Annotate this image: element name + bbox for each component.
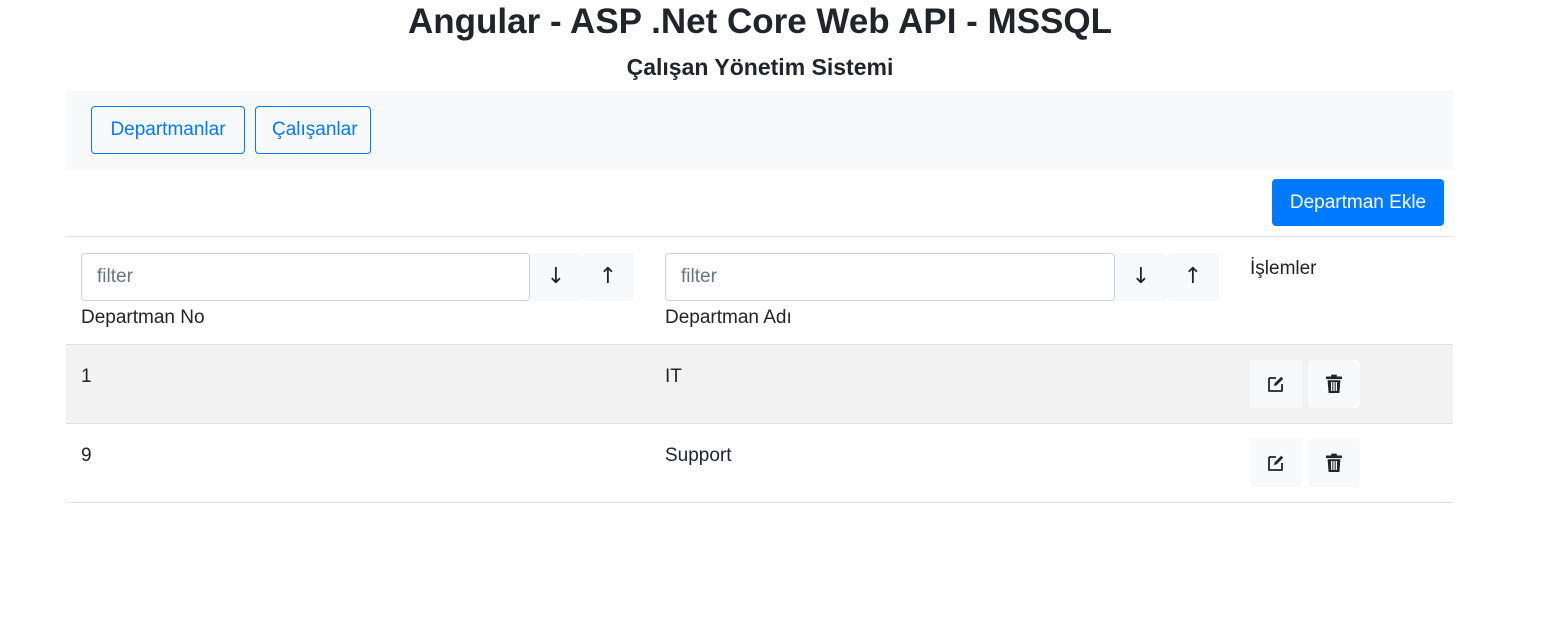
delete-button[interactable] <box>1308 360 1360 408</box>
dept-no-cell: 1 <box>81 366 92 387</box>
delete-button[interactable] <box>1308 439 1360 487</box>
dept-name-cell: IT <box>665 366 682 387</box>
trash-icon <box>1326 374 1342 393</box>
dept-no-cell: 9 <box>81 445 92 466</box>
navbar: Departmanlar Çalışanlar <box>66 91 1453 169</box>
dept-name-sort-desc-button[interactable]: ↓ <box>1115 253 1167 301</box>
dept-name-filter-input[interactable] <box>665 253 1115 301</box>
dept-name-column-header: Departman Adı <box>665 307 792 328</box>
edit-button[interactable] <box>1250 360 1302 408</box>
page: Angular - ASP .Net Core Web API - MSSQL … <box>0 0 1556 634</box>
actions-column-header: İşlemler <box>1250 258 1317 279</box>
page-title: Angular - ASP .Net Core Web API - MSSQL <box>408 2 1112 41</box>
dept-no-sort-asc-button[interactable]: ↑ <box>582 253 634 301</box>
dept-no-filter-input[interactable] <box>81 253 530 301</box>
dept-no-sort-desc-button[interactable]: ↓ <box>530 253 582 301</box>
page-subtitle: Çalışan Yönetim Sistemi <box>626 54 894 80</box>
employees-nav-button[interactable]: Çalışanlar <box>255 106 371 154</box>
departments-nav-button[interactable]: Departmanlar <box>91 106 245 154</box>
edit-icon <box>1268 455 1284 471</box>
table-row: 9 Support <box>66 424 1453 503</box>
edit-icon <box>1268 376 1284 392</box>
trash-icon <box>1326 453 1342 472</box>
dept-name-cell: Support <box>665 445 732 466</box>
edit-button[interactable] <box>1250 439 1302 487</box>
table-row: 1 IT <box>66 345 1453 424</box>
dept-name-sort-asc-button[interactable]: ↑ <box>1167 253 1219 301</box>
dept-no-column-header: Departman No <box>81 307 205 328</box>
table-header: ↓ ↑ Departman No ↓ ↑ Departman Adı İşlem… <box>66 236 1453 345</box>
departments-table: ↓ ↑ Departman No ↓ ↑ Departman Adı İşlem… <box>66 236 1453 503</box>
add-department-button[interactable]: Departman Ekle <box>1272 179 1444 226</box>
